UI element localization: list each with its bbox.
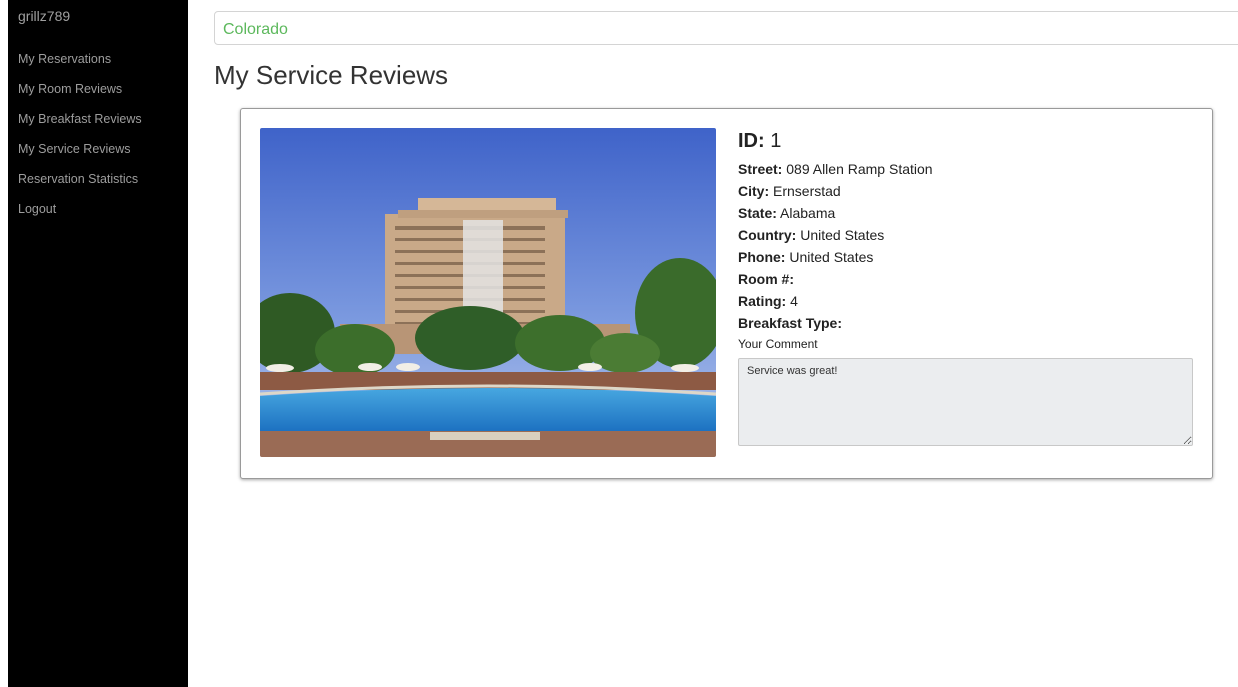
- hotel-image: [260, 128, 716, 457]
- sidebar-item-reservation-statistics[interactable]: Reservation Statistics: [18, 172, 142, 202]
- rating-value: 4: [790, 293, 798, 309]
- phone-value: United States: [789, 249, 874, 265]
- room-row: Room #:: [738, 269, 1198, 291]
- sidebar-item-my-room-reviews[interactable]: My Room Reviews: [18, 82, 142, 112]
- phone-label: Phone:: [738, 249, 786, 265]
- sidebar-item-my-service-reviews[interactable]: My Service Reviews: [18, 142, 142, 172]
- location-text: Colorado: [223, 21, 288, 38]
- state-label: State:: [738, 205, 777, 221]
- country-row: Country: United States: [738, 225, 1198, 247]
- sidebar: grillz789 My Reservations My Room Review…: [8, 0, 188, 687]
- page-title: My Service Reviews: [214, 60, 449, 90]
- state-value: Alabama: [780, 205, 836, 221]
- city-label: City:: [738, 183, 770, 199]
- street-value: 089 Allen Ramp Station: [786, 161, 933, 177]
- rating-row: Rating: 4: [738, 291, 1198, 313]
- street-row: Street: 089 Allen Ramp Station: [738, 159, 1198, 181]
- country-label: Country:: [738, 227, 797, 243]
- id-value: 1: [770, 130, 782, 152]
- breakfast-type-row: Breakfast Type:: [738, 313, 1198, 335]
- street-label: Street:: [738, 161, 783, 177]
- country-value: United States: [800, 227, 885, 243]
- rating-label: Rating:: [738, 293, 787, 309]
- phone-row: Phone: United States: [738, 247, 1198, 269]
- sidebar-item-my-breakfast-reviews[interactable]: My Breakfast Reviews: [18, 112, 142, 142]
- room-label: Room #:: [738, 271, 794, 287]
- city-row: City: Ernserstad: [738, 181, 1198, 203]
- state-row: State: Alabama: [738, 203, 1198, 225]
- location-bar[interactable]: Colorado: [214, 11, 1238, 45]
- username: grillz789: [18, 8, 71, 24]
- id-label: ID:: [738, 130, 765, 152]
- comment-textarea[interactable]: Service was great!: [738, 358, 1193, 446]
- review-card: ID: 1 Street: 089 Allen Ramp Station Cit…: [240, 108, 1213, 479]
- breakfast-type-label: Breakfast Type:: [738, 315, 843, 331]
- sidebar-item-logout[interactable]: Logout: [18, 202, 142, 232]
- sidebar-nav: My Reservations My Room Reviews My Break…: [18, 52, 142, 232]
- review-details: ID: 1 Street: 089 Allen Ramp Station Cit…: [738, 129, 1198, 446]
- review-id: ID: 1: [738, 129, 1198, 153]
- sidebar-item-my-reservations[interactable]: My Reservations: [18, 52, 142, 82]
- city-value: Ernserstad: [773, 183, 841, 199]
- comment-label: Your Comment: [738, 337, 818, 351]
